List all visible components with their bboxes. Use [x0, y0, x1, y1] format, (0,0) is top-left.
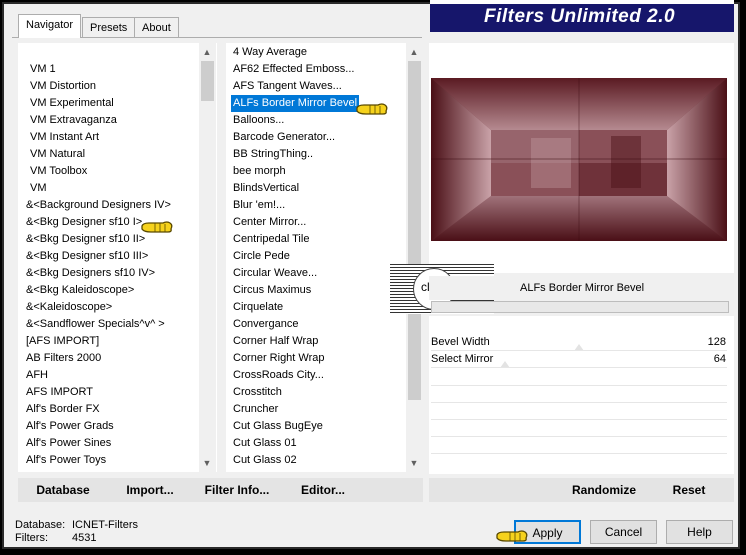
- filter-item[interactable]: Corner Half Wrap: [233, 333, 318, 350]
- filter-title-separator: [431, 301, 729, 313]
- parameter-value: 64: [713, 353, 726, 365]
- category-item[interactable]: VM: [30, 180, 47, 197]
- tab-presets[interactable]: Presets: [82, 17, 136, 37]
- filter-item[interactable]: Barcode Generator...: [233, 129, 335, 146]
- parameter-row[interactable]: Select Mirror 64: [431, 351, 728, 368]
- filter-item[interactable]: Center Mirror...: [233, 214, 306, 231]
- pointing-hand-icon: [496, 530, 528, 542]
- reset-button[interactable]: Reset: [664, 479, 714, 501]
- filter-item[interactable]: Cruncher: [233, 401, 278, 418]
- filter-item[interactable]: Cut Glass BugEye: [233, 418, 323, 435]
- filter-item[interactable]: 4 Way Average: [233, 44, 307, 61]
- category-item[interactable]: VM 1: [30, 61, 56, 78]
- filter-item[interactable]: Convergance: [233, 316, 298, 333]
- pointing-hand-icon: [356, 103, 388, 115]
- category-item[interactable]: &<Kaleidoscope>: [26, 299, 112, 316]
- filter-list[interactable]: 4 Way Average AF62 Effected Emboss... AFS …: [226, 43, 423, 472]
- filter-item[interactable]: Circus Maximus: [233, 282, 311, 299]
- filter-info-button[interactable]: Filter Info...: [200, 479, 274, 501]
- tab-navigator[interactable]: Navigator: [18, 14, 82, 38]
- category-item[interactable]: [AFS IMPORT]: [26, 333, 99, 350]
- category-item[interactable]: &<Sandflower Specials^v^ >: [26, 316, 165, 333]
- filter-item[interactable]: CrossRoads City...: [233, 367, 324, 384]
- filter-item[interactable]: bee morph: [233, 163, 286, 180]
- category-item[interactable]: Alf's Power Grads: [26, 418, 114, 435]
- scroll-up-icon[interactable]: ▲: [407, 45, 421, 59]
- cancel-button[interactable]: Cancel: [590, 520, 657, 544]
- database-label: Database:: [15, 519, 66, 531]
- category-item[interactable]: &<Bkg Designer sf10 III>: [26, 248, 148, 265]
- category-item[interactable]: VM Toolbox: [30, 163, 87, 180]
- category-item[interactable]: AFS IMPORT: [26, 384, 93, 401]
- filter-item[interactable]: Crosstitch: [233, 384, 282, 401]
- category-item[interactable]: &<Background Designers IV>: [26, 197, 171, 214]
- category-item[interactable]: AB Filters 2000: [26, 350, 101, 367]
- category-item[interactable]: VM Instant Art: [30, 129, 99, 146]
- category-item[interactable]: &<Bkg Designer sf10 I>: [26, 214, 142, 231]
- database-button[interactable]: Database: [30, 479, 96, 501]
- category-item[interactable]: Alf's Power Toys: [26, 452, 106, 469]
- filters-count: 4531: [72, 532, 97, 544]
- filter-item[interactable]: Cut Glass 01: [233, 435, 297, 452]
- randomize-button[interactable]: Randomize: [566, 479, 642, 501]
- filter-scrollbar[interactable]: ▲ ▼: [406, 43, 423, 472]
- tab-about[interactable]: About: [134, 17, 179, 37]
- scroll-down-icon[interactable]: ▼: [200, 456, 214, 470]
- filter-item[interactable]: ALFs Border Mirror Bevel: [231, 95, 360, 112]
- filters-label: Filters:: [15, 532, 48, 544]
- database-value: ICNET-Filters: [72, 519, 138, 531]
- category-item[interactable]: VM Experimental: [30, 95, 114, 112]
- filter-item[interactable]: Centripedal Tile: [233, 231, 309, 248]
- app-title: Filters Unlimited 2.0: [484, 6, 676, 27]
- category-item[interactable]: Alf's Border FX: [26, 401, 100, 418]
- filter-item[interactable]: Circle Pede: [233, 248, 290, 265]
- preview-image: [431, 78, 727, 241]
- filter-item[interactable]: BlindsVertical: [233, 180, 299, 197]
- parameter-row[interactable]: Bevel Width 128: [431, 334, 728, 351]
- filter-item[interactable]: Corner Right Wrap: [233, 350, 325, 367]
- category-scroll-thumb[interactable]: [201, 61, 214, 101]
- category-scrollbar[interactable]: ▲ ▼: [199, 43, 216, 472]
- category-item[interactable]: VM Natural: [30, 146, 85, 163]
- filter-item[interactable]: BB StringThing..: [233, 146, 313, 163]
- category-item[interactable]: &<Bkg Designers sf10 IV>: [26, 265, 155, 282]
- import-button[interactable]: Import...: [120, 479, 180, 501]
- scroll-down-icon[interactable]: ▼: [407, 456, 421, 470]
- category-item[interactable]: VM Distortion: [30, 78, 96, 95]
- category-item[interactable]: &<Bkg Designer sf10 II>: [26, 231, 145, 248]
- filter-item[interactable]: AF62 Effected Emboss...: [233, 61, 354, 78]
- filter-scroll-thumb[interactable]: [408, 61, 421, 400]
- filter-item[interactable]: AFS Tangent Waves...: [233, 78, 342, 95]
- category-list[interactable]: VM 1 VM Distortion VM Experimental VM Extra…: [18, 43, 217, 472]
- pointing-hand-icon: [141, 221, 173, 233]
- filter-item[interactable]: Cirquelate: [233, 299, 283, 316]
- help-button[interactable]: Help: [666, 520, 733, 544]
- parameter-label: Select Mirror: [431, 353, 494, 365]
- parameter-label: Bevel Width: [431, 336, 490, 348]
- filter-item[interactable]: Balloons...: [233, 112, 284, 129]
- filter-item[interactable]: Cut Glass 02: [233, 452, 297, 469]
- category-item[interactable]: VM Extravaganza: [30, 112, 117, 129]
- filter-title: ALFs Border Mirror Bevel: [520, 282, 645, 294]
- category-item[interactable]: AFH: [26, 367, 48, 384]
- editor-button[interactable]: Editor...: [296, 479, 350, 501]
- filter-item[interactable]: Circular Weave...: [233, 265, 317, 282]
- category-item[interactable]: Alf's Power Sines: [26, 435, 111, 452]
- scroll-up-icon[interactable]: ▲: [200, 45, 214, 59]
- filter-item[interactable]: Blur 'em!...: [233, 197, 285, 214]
- parameter-value: 128: [707, 336, 726, 348]
- category-item[interactable]: &<Bkg Kaleidoscope>: [26, 282, 134, 299]
